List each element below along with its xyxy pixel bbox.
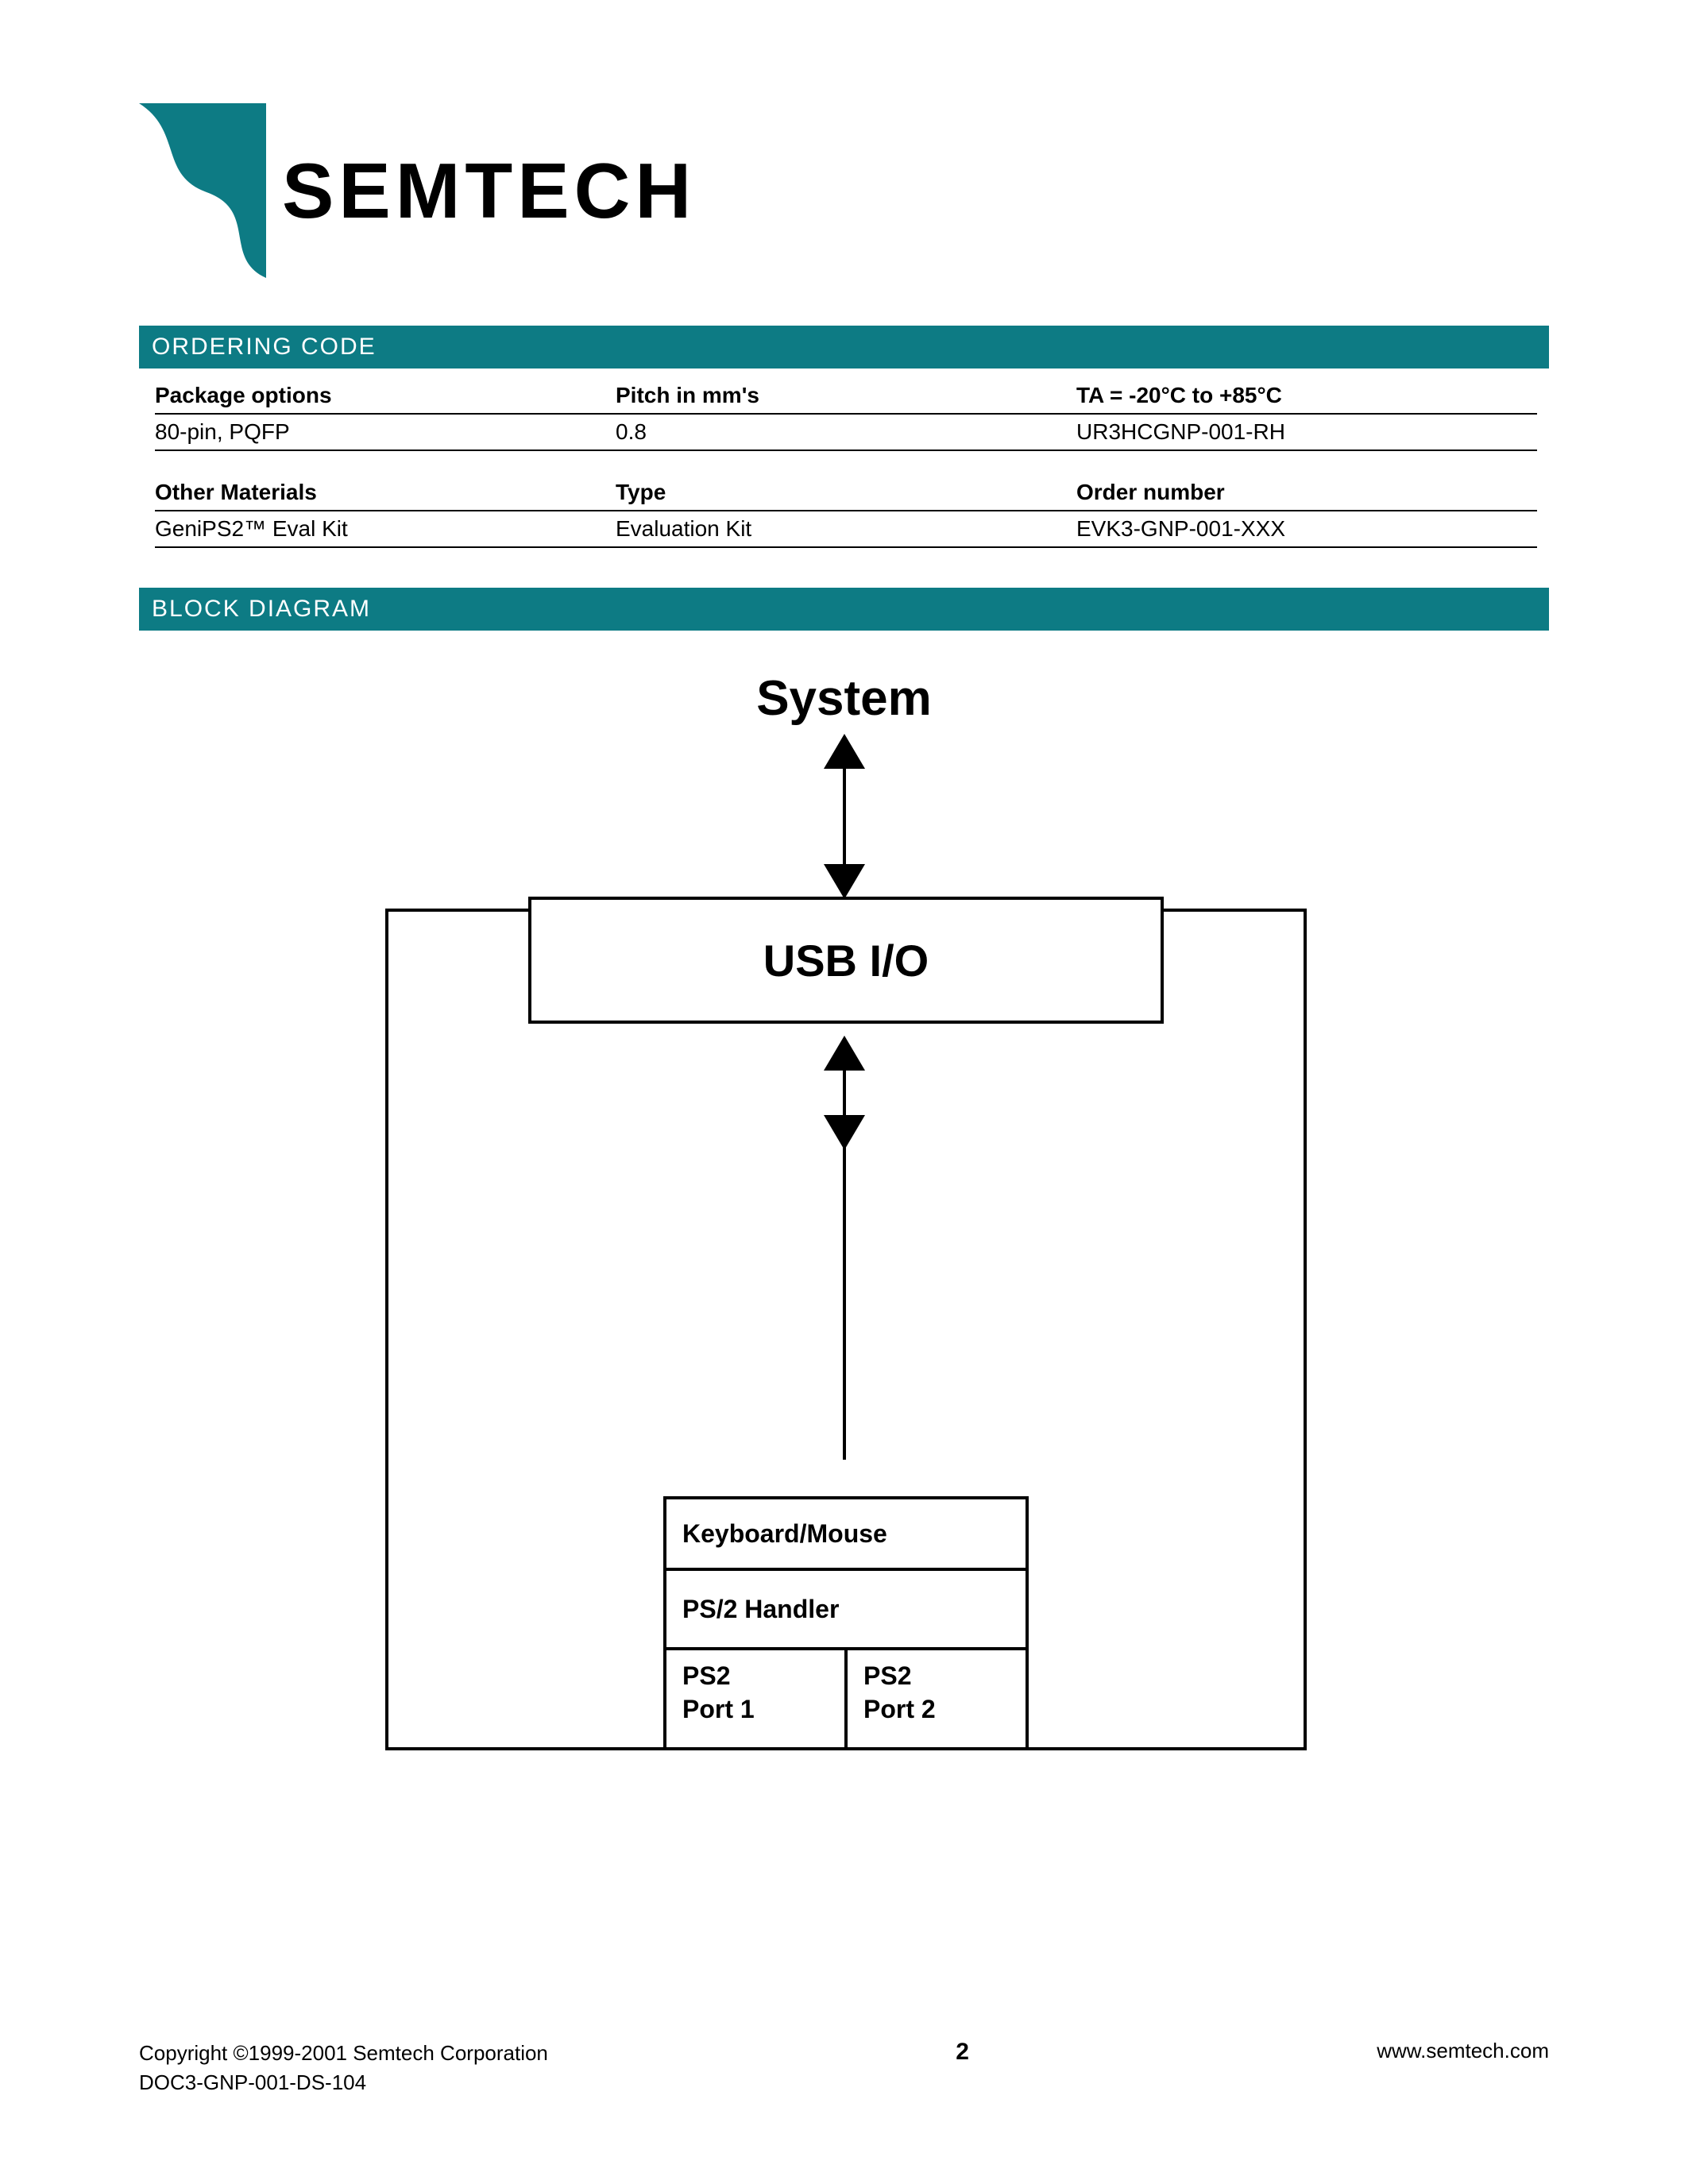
footer-url: www.semtech.com bbox=[1377, 2039, 1549, 2063]
ps2-port-2: PS2 Port 2 bbox=[848, 1650, 1026, 1747]
usb-io-box: USB I/O bbox=[528, 897, 1164, 1024]
block-diagram: System USB I/O Keyboard/Mouse PS/2 Handl… bbox=[139, 662, 1549, 1774]
td-order: UR3HCGNP-001-RH bbox=[1076, 418, 1537, 446]
td-package: 80-pin, PQFP bbox=[155, 418, 616, 446]
port1-line1: PS2 bbox=[682, 1661, 730, 1690]
th-package-options: Package options bbox=[155, 381, 616, 410]
td-pitch: 0.8 bbox=[616, 418, 1076, 446]
td-ordernum: EVK3-GNP-001-XXX bbox=[1076, 515, 1537, 543]
port2-line2: Port 2 bbox=[863, 1695, 936, 1723]
section-block-diagram: BLOCK DIAGRAM bbox=[139, 588, 1549, 631]
arrow-down-icon bbox=[824, 1115, 865, 1150]
td-type: Evaluation Kit bbox=[616, 515, 1076, 543]
header-logo-row: SEMTECH bbox=[139, 103, 1549, 278]
port1-line2: Port 1 bbox=[682, 1695, 755, 1723]
kbm-box: Keyboard/Mouse PS/2 Handler PS2 Port 1 P… bbox=[663, 1496, 1029, 1750]
ordering-code-table: Package options Pitch in mm's TA = -20°C… bbox=[155, 378, 1537, 548]
footer-copyright: Copyright ©1999-2001 Semtech Corporation bbox=[139, 2039, 548, 2067]
arrow-up-icon bbox=[824, 734, 865, 769]
kbm-top-label: Keyboard/Mouse bbox=[666, 1499, 1026, 1571]
semtech-logo-icon bbox=[139, 103, 266, 278]
page-number: 2 bbox=[956, 2039, 969, 2066]
th-ta: TA = -20°C to +85°C bbox=[1076, 381, 1537, 410]
th-pitch: Pitch in mm's bbox=[616, 381, 1076, 410]
th-type: Type bbox=[616, 478, 1076, 507]
arrow-line bbox=[843, 769, 846, 864]
kbm-mid-label: PS/2 Handler bbox=[666, 1571, 1026, 1650]
ps2-port-1: PS2 Port 1 bbox=[666, 1650, 848, 1747]
section-ordering-code: ORDERING CODE bbox=[139, 326, 1549, 369]
port2-line1: PS2 bbox=[863, 1661, 911, 1690]
arrow-down-icon bbox=[824, 864, 865, 899]
th-order-number: Order number bbox=[1076, 478, 1537, 507]
arrow-up-icon bbox=[824, 1036, 865, 1071]
brand-name: SEMTECH bbox=[282, 146, 696, 236]
td-other: GeniPS2™ Eval Kit bbox=[155, 515, 616, 543]
th-other-materials: Other Materials bbox=[155, 478, 616, 507]
footer-docid: DOC3-GNP-001-DS-104 bbox=[139, 2068, 548, 2097]
footer: Copyright ©1999-2001 Semtech Corporation… bbox=[139, 2039, 1549, 2097]
system-label: System bbox=[139, 670, 1549, 727]
